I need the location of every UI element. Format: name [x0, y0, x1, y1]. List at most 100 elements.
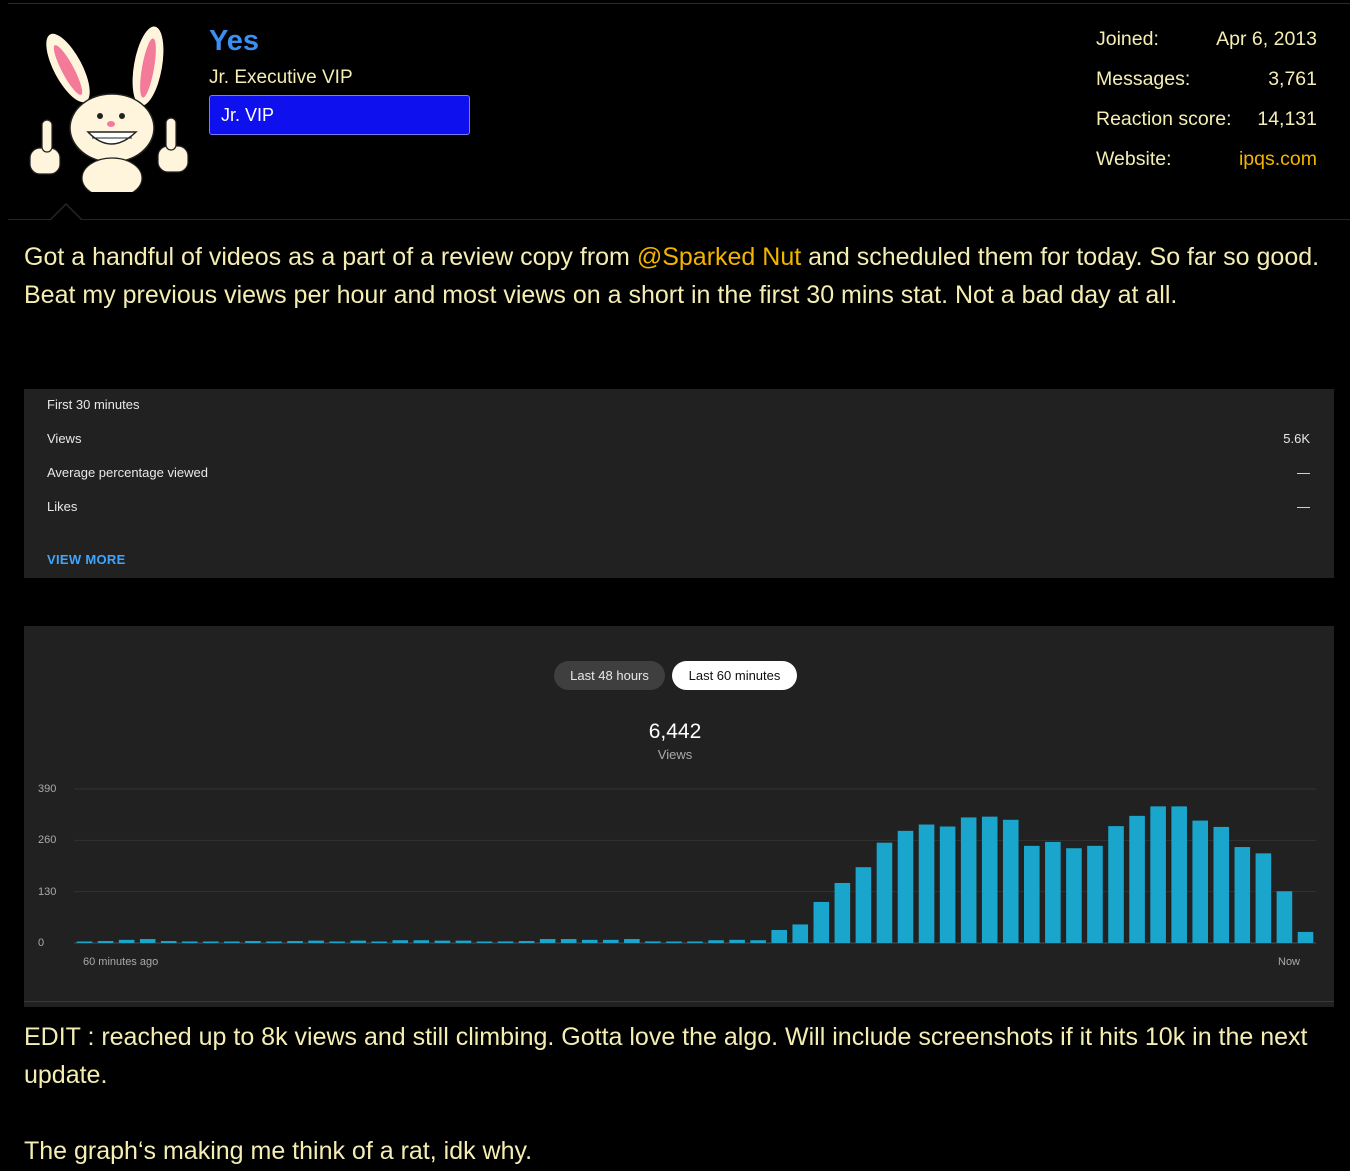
chart-bar[interactable]	[792, 924, 809, 943]
chart-bar[interactable]	[1171, 806, 1187, 943]
chart-bar[interactable]	[1234, 847, 1251, 943]
stat-reaction-score: Reaction score: 14,131	[1096, 108, 1317, 148]
chart-bar[interactable]	[918, 824, 935, 943]
card-heading-row: First 30 minutes	[47, 397, 1310, 412]
chart-bar[interactable]	[1297, 931, 1314, 943]
chart-bar[interactable]	[624, 939, 640, 943]
chart-bar[interactable]	[413, 940, 430, 943]
chart-bar[interactable]	[1213, 826, 1230, 943]
chart-bar[interactable]	[708, 940, 724, 943]
chart-bar[interactable]	[1002, 819, 1019, 943]
views-bar-chart[interactable]	[24, 626, 1334, 1007]
metric-row-views: Views 5.6K	[47, 431, 1310, 446]
chart-bar[interactable]	[308, 940, 324, 943]
stat-label: Reaction score:	[1096, 108, 1232, 130]
stat-website: Website: ipqs.com	[1096, 148, 1317, 188]
closing-line: The graph‘s making me think of a rat, id…	[24, 1137, 533, 1165]
chart-bar[interactable]	[97, 941, 114, 943]
mention-link[interactable]: @Sparked Nut	[637, 243, 801, 271]
chart-bar[interactable]	[1276, 891, 1293, 943]
chart-bar[interactable]	[118, 939, 135, 943]
chart-bar[interactable]	[76, 941, 93, 944]
view-more-button[interactable]: VIEW MORE	[47, 552, 126, 567]
chart-bar[interactable]	[855, 867, 872, 943]
metric-value: —	[1297, 465, 1310, 480]
top-divider	[8, 3, 1350, 4]
chart-bar[interactable]	[750, 940, 766, 943]
chart-bar[interactable]	[287, 941, 303, 943]
chart-bar[interactable]	[160, 941, 177, 943]
chart-bar[interactable]	[1087, 845, 1103, 943]
chart-bar[interactable]	[581, 939, 598, 943]
chart-bar[interactable]	[666, 941, 682, 944]
stat-label: Website:	[1096, 148, 1172, 170]
chart-bar[interactable]	[539, 939, 556, 943]
website-link[interactable]: ipqs.com	[1239, 148, 1317, 188]
chart-bar[interactable]	[729, 939, 745, 943]
first-30-minutes-card: First 30 minutes Views 5.6K Average perc…	[24, 389, 1334, 578]
chart-bar[interactable]	[813, 901, 830, 943]
header-divider	[8, 219, 1350, 220]
chart-bar[interactable]	[897, 830, 914, 943]
post-body: Got a handful of videos as a part of a r…	[24, 238, 1324, 314]
edit-note: EDIT : reached up to 8k views and still …	[24, 1023, 1308, 1089]
chart-bar[interactable]	[139, 939, 156, 943]
avatar[interactable]	[22, 20, 194, 192]
chart-bar[interactable]	[834, 882, 851, 943]
stat-joined: Joined: Apr 6, 2013	[1096, 28, 1317, 68]
username-link[interactable]: Yes	[209, 25, 259, 58]
chart-bar[interactable]	[329, 941, 345, 944]
card-heading: First 30 minutes	[47, 397, 140, 412]
chart-bar[interactable]	[603, 939, 619, 943]
chart-bar[interactable]	[771, 929, 787, 943]
chart-bar[interactable]	[1108, 826, 1124, 943]
user-stats: Joined: Apr 6, 2013 Messages: 3,761 Reac…	[1096, 28, 1317, 188]
stat-value: Apr 6, 2013	[1216, 28, 1317, 50]
chart-bar[interactable]	[876, 842, 893, 943]
chart-bar[interactable]	[960, 817, 977, 943]
stat-messages: Messages: 3,761	[1096, 68, 1317, 108]
chart-bar[interactable]	[350, 940, 366, 943]
x-axis-start-label: 60 minutes ago	[83, 956, 159, 968]
stat-value: 14,131	[1257, 108, 1317, 130]
x-axis-end-label: Now	[1278, 956, 1301, 968]
chart-bar[interactable]	[939, 826, 956, 943]
chart-bar[interactable]	[1192, 820, 1209, 943]
stat-value[interactable]: 3,761	[1268, 68, 1317, 108]
user-title: Jr. Executive VIP	[209, 67, 353, 88]
chart-bar[interactable]	[181, 941, 198, 944]
chart-bar[interactable]	[645, 941, 661, 943]
chart-bar[interactable]	[224, 941, 240, 944]
metric-label: Views	[47, 431, 82, 446]
chart-bar[interactable]	[1255, 853, 1272, 943]
chart-bar[interactable]	[392, 940, 409, 943]
chart-bar[interactable]	[1129, 815, 1145, 943]
chart-bar[interactable]	[687, 941, 703, 944]
chart-bar[interactable]	[981, 816, 998, 943]
views-chart-card: Last 48 hours Last 60 minutes 6,442 View…	[24, 626, 1334, 1007]
chart-bar[interactable]	[1024, 845, 1040, 943]
post-text-start: Got a handful of videos as a part of a r…	[24, 243, 637, 271]
stat-label: Messages:	[1096, 68, 1191, 90]
chart-bar[interactable]	[371, 941, 388, 944]
chart-bar[interactable]	[1045, 841, 1061, 943]
chart-bar[interactable]	[203, 941, 219, 944]
chart-bar[interactable]	[560, 939, 577, 943]
metric-value: —	[1297, 499, 1310, 514]
metric-value: 5.6K	[1283, 431, 1310, 446]
caret-pointer-inner	[51, 205, 81, 220]
chart-bar[interactable]	[266, 941, 282, 944]
metric-label: Likes	[47, 499, 78, 514]
metric-row-avg-viewed: Average percentage viewed —	[47, 465, 1310, 480]
chart-bar[interactable]	[455, 940, 472, 943]
chart-bar[interactable]	[245, 941, 261, 943]
chart-bar[interactable]	[497, 941, 514, 943]
metric-row-likes: Likes —	[47, 499, 1310, 514]
chart-bar[interactable]	[434, 940, 451, 943]
chart-bar[interactable]	[1150, 806, 1166, 943]
chart-bar[interactable]	[518, 941, 535, 943]
stat-label: Joined:	[1096, 28, 1159, 50]
user-banner: Jr. VIP	[209, 95, 470, 135]
chart-bar[interactable]	[1066, 848, 1082, 943]
chart-bar[interactable]	[476, 941, 493, 944]
